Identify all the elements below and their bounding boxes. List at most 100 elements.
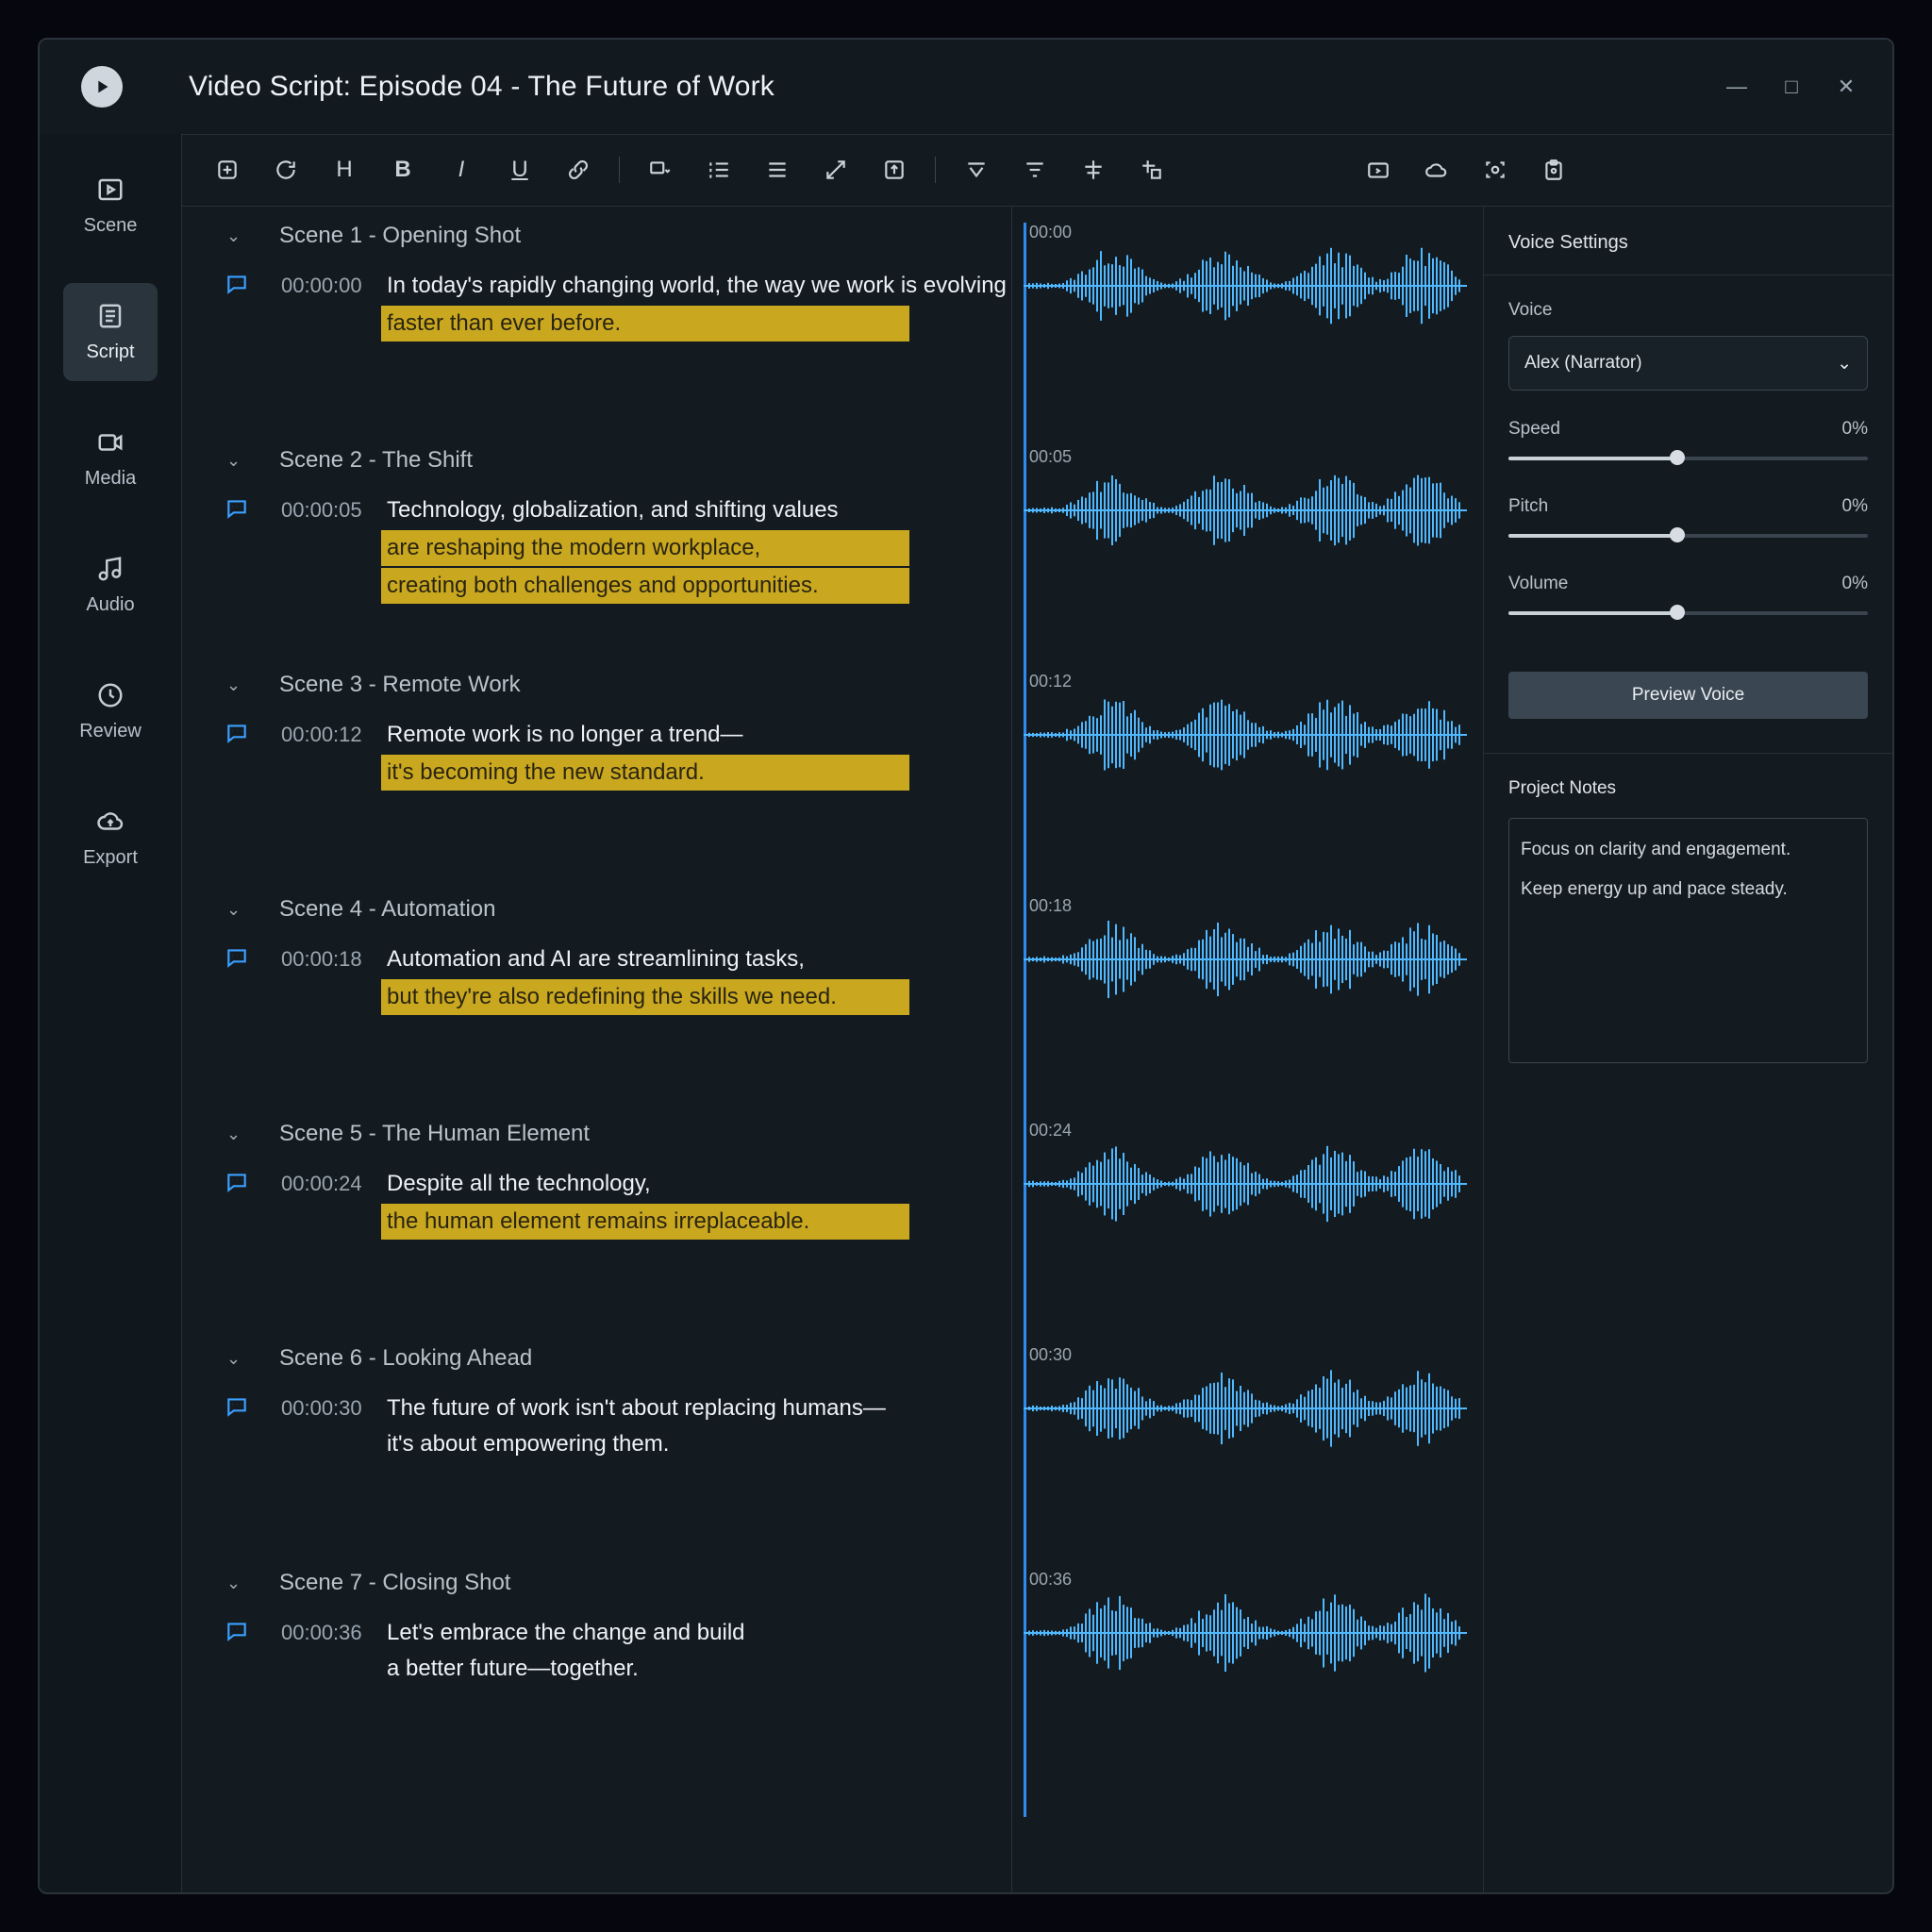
heading-button[interactable]: H — [317, 145, 372, 194]
script-line[interactable]: Remote work is no longer a trend— — [381, 717, 909, 753]
sidebar-item-label: Scene — [83, 214, 138, 236]
minimize-icon[interactable]: — — [1713, 63, 1760, 110]
sidebar-item-media[interactable]: Media — [63, 409, 158, 508]
insert-block-icon[interactable] — [867, 145, 922, 194]
comment-icon[interactable] — [225, 1619, 253, 1647]
refresh-icon[interactable] — [258, 145, 313, 194]
comment-icon[interactable] — [225, 1394, 253, 1423]
voice-label: Voice — [1508, 300, 1553, 320]
slider-thumb[interactable] — [1670, 605, 1686, 620]
folder-icon[interactable] — [1351, 145, 1406, 194]
script-line[interactable]: Despite all the technology, — [381, 1166, 909, 1202]
filter-icon[interactable] — [1008, 145, 1062, 194]
comment-icon[interactable] — [225, 721, 253, 749]
scene-title: Scene 6 - Looking Ahead — [279, 1345, 533, 1371]
script-line[interactable]: Automation and AI are streamlining tasks… — [381, 941, 909, 977]
scene-timecode: 00:00:12 — [281, 723, 362, 746]
waveform-track[interactable]: 00:12 — [1024, 672, 1476, 785]
script-line[interactable]: a better future—together. — [381, 1651, 909, 1687]
scene-block: ⌄ Scene 5 - The Human Element 00:00:24 Desp… — [181, 1108, 1011, 1332]
waveform-track[interactable]: 00:36 — [1024, 1570, 1476, 1683]
waveform-track[interactable]: 00:05 — [1024, 447, 1476, 560]
sidebar-item-audio[interactable]: Audio — [63, 536, 158, 634]
chevron-down-icon[interactable]: ⌄ — [226, 226, 253, 246]
crop-add-icon[interactable] — [1124, 145, 1179, 194]
capture-icon[interactable] — [1468, 145, 1523, 194]
speed-slider[interactable] — [1508, 449, 1868, 468]
new-scene-icon[interactable] — [200, 145, 255, 194]
highlighted-script-line[interactable]: but they're also redefining the skills w… — [381, 979, 909, 1015]
voice-select[interactable]: Alex (Narrator) ⌄ — [1508, 336, 1868, 391]
slider-thumb[interactable] — [1670, 527, 1686, 542]
expand-icon[interactable] — [808, 145, 863, 194]
sidebar-item-export[interactable]: Export — [63, 789, 158, 887]
scene-header[interactable]: ⌄ Scene 2 - The Shift — [181, 434, 1011, 487]
highlighted-script-line[interactable]: are reshaping the modern workplace, — [381, 530, 909, 566]
speed-label: Speed — [1508, 419, 1560, 439]
scene-block: ⌄ Scene 4 - Automation 00:00:18 Automation … — [181, 883, 1011, 1108]
text-style-dropdown-icon[interactable] — [633, 145, 688, 194]
script-line[interactable]: it's about empowering them. — [381, 1426, 909, 1462]
comment-icon[interactable] — [225, 496, 253, 525]
waveform — [1024, 475, 1467, 546]
scene-block: ⌄ Scene 1 - Opening Shot 00:00:00 In today'… — [181, 209, 1011, 434]
sidebar-item-label: Audio — [86, 593, 135, 615]
script-line[interactable]: Let's embrace the change and build — [381, 1615, 909, 1651]
pitch-slider[interactable] — [1508, 526, 1868, 545]
comment-icon[interactable] — [225, 272, 253, 300]
chevron-down-icon[interactable]: ⌄ — [226, 451, 253, 471]
sidebar-item-script[interactable]: Script — [63, 283, 158, 381]
scene-title: Scene 2 - The Shift — [279, 447, 474, 473]
scene-header[interactable]: ⌄ Scene 7 - Closing Shot — [181, 1557, 1011, 1609]
scene-header[interactable]: ⌄ Scene 6 - Looking Ahead — [181, 1332, 1011, 1385]
export-icon — [97, 811, 124, 830]
volume-slider[interactable] — [1508, 604, 1868, 623]
chevron-down-icon[interactable]: ⌄ — [226, 675, 253, 695]
waveform-track[interactable]: 00:30 — [1024, 1345, 1476, 1458]
magic-filter-icon[interactable] — [949, 145, 1004, 194]
cloud-icon[interactable] — [1409, 145, 1464, 194]
scene-timecode: 00:00:18 — [281, 947, 362, 971]
waveform-track[interactable]: 00:00 — [1024, 223, 1476, 336]
script-line[interactable]: The future of work isn't about replacing… — [381, 1391, 909, 1426]
scene-header[interactable]: ⌄ Scene 3 - Remote Work — [181, 658, 1011, 711]
chevron-down-icon[interactable]: ⌄ — [226, 1574, 253, 1593]
scene-header[interactable]: ⌄ Scene 4 - Automation — [181, 883, 1011, 936]
scene-title: Scene 7 - Closing Shot — [279, 1570, 511, 1595]
waveform-track[interactable]: 00:18 — [1024, 896, 1476, 1009]
sidebar-item-review[interactable]: Review — [63, 662, 158, 760]
scene-title: Scene 4 - Automation — [279, 896, 496, 922]
play-logo-icon — [81, 66, 123, 108]
slider-thumb[interactable] — [1670, 450, 1686, 465]
bulleted-list-icon[interactable] — [750, 145, 805, 194]
project-notes-box[interactable]: Focus on clarity and engagement. Keep en… — [1508, 818, 1868, 1063]
highlighted-script-line[interactable]: creating both challenges and opportuniti… — [381, 568, 909, 604]
chevron-down-icon[interactable]: ⌄ — [226, 1349, 253, 1369]
toolbar-divider — [619, 157, 620, 183]
waveform-track[interactable]: 00:24 — [1024, 1121, 1476, 1234]
waveform — [1024, 1593, 1467, 1673]
highlighted-script-line[interactable]: it's becoming the new standard. — [381, 755, 909, 791]
comment-icon[interactable] — [225, 1170, 253, 1198]
chevron-down-icon[interactable]: ⌄ — [226, 900, 253, 920]
highlighted-script-line[interactable]: the human element remains irreplaceable. — [381, 1204, 909, 1240]
underline-button[interactable]: U — [492, 145, 547, 194]
chevron-down-icon[interactable]: ⌄ — [226, 1124, 253, 1144]
comment-icon[interactable] — [225, 945, 253, 974]
script-line[interactable]: Technology, globalization, and shifting … — [381, 492, 909, 528]
split-icon[interactable] — [1066, 145, 1121, 194]
highlighted-script-line[interactable]: faster than ever before. — [381, 306, 909, 341]
preview-voice-button[interactable]: Preview Voice — [1508, 672, 1868, 719]
bold-button[interactable]: B — [375, 145, 430, 194]
italic-button[interactable]: I — [434, 145, 489, 194]
link-icon[interactable] — [551, 145, 606, 194]
scene-header[interactable]: ⌄ Scene 1 - Opening Shot — [181, 209, 1011, 262]
maximize-icon[interactable]: □ — [1768, 63, 1815, 110]
script-line[interactable]: In today's rapidly changing world, the w… — [381, 268, 1007, 304]
numbered-list-icon[interactable] — [691, 145, 746, 194]
close-icon[interactable]: ✕ — [1823, 63, 1870, 110]
clipboard-icon[interactable] — [1526, 145, 1581, 194]
scene-header[interactable]: ⌄ Scene 5 - The Human Element — [181, 1108, 1011, 1160]
pitch-label: Pitch — [1508, 496, 1549, 516]
sidebar-item-scene[interactable]: Scene — [63, 157, 158, 255]
